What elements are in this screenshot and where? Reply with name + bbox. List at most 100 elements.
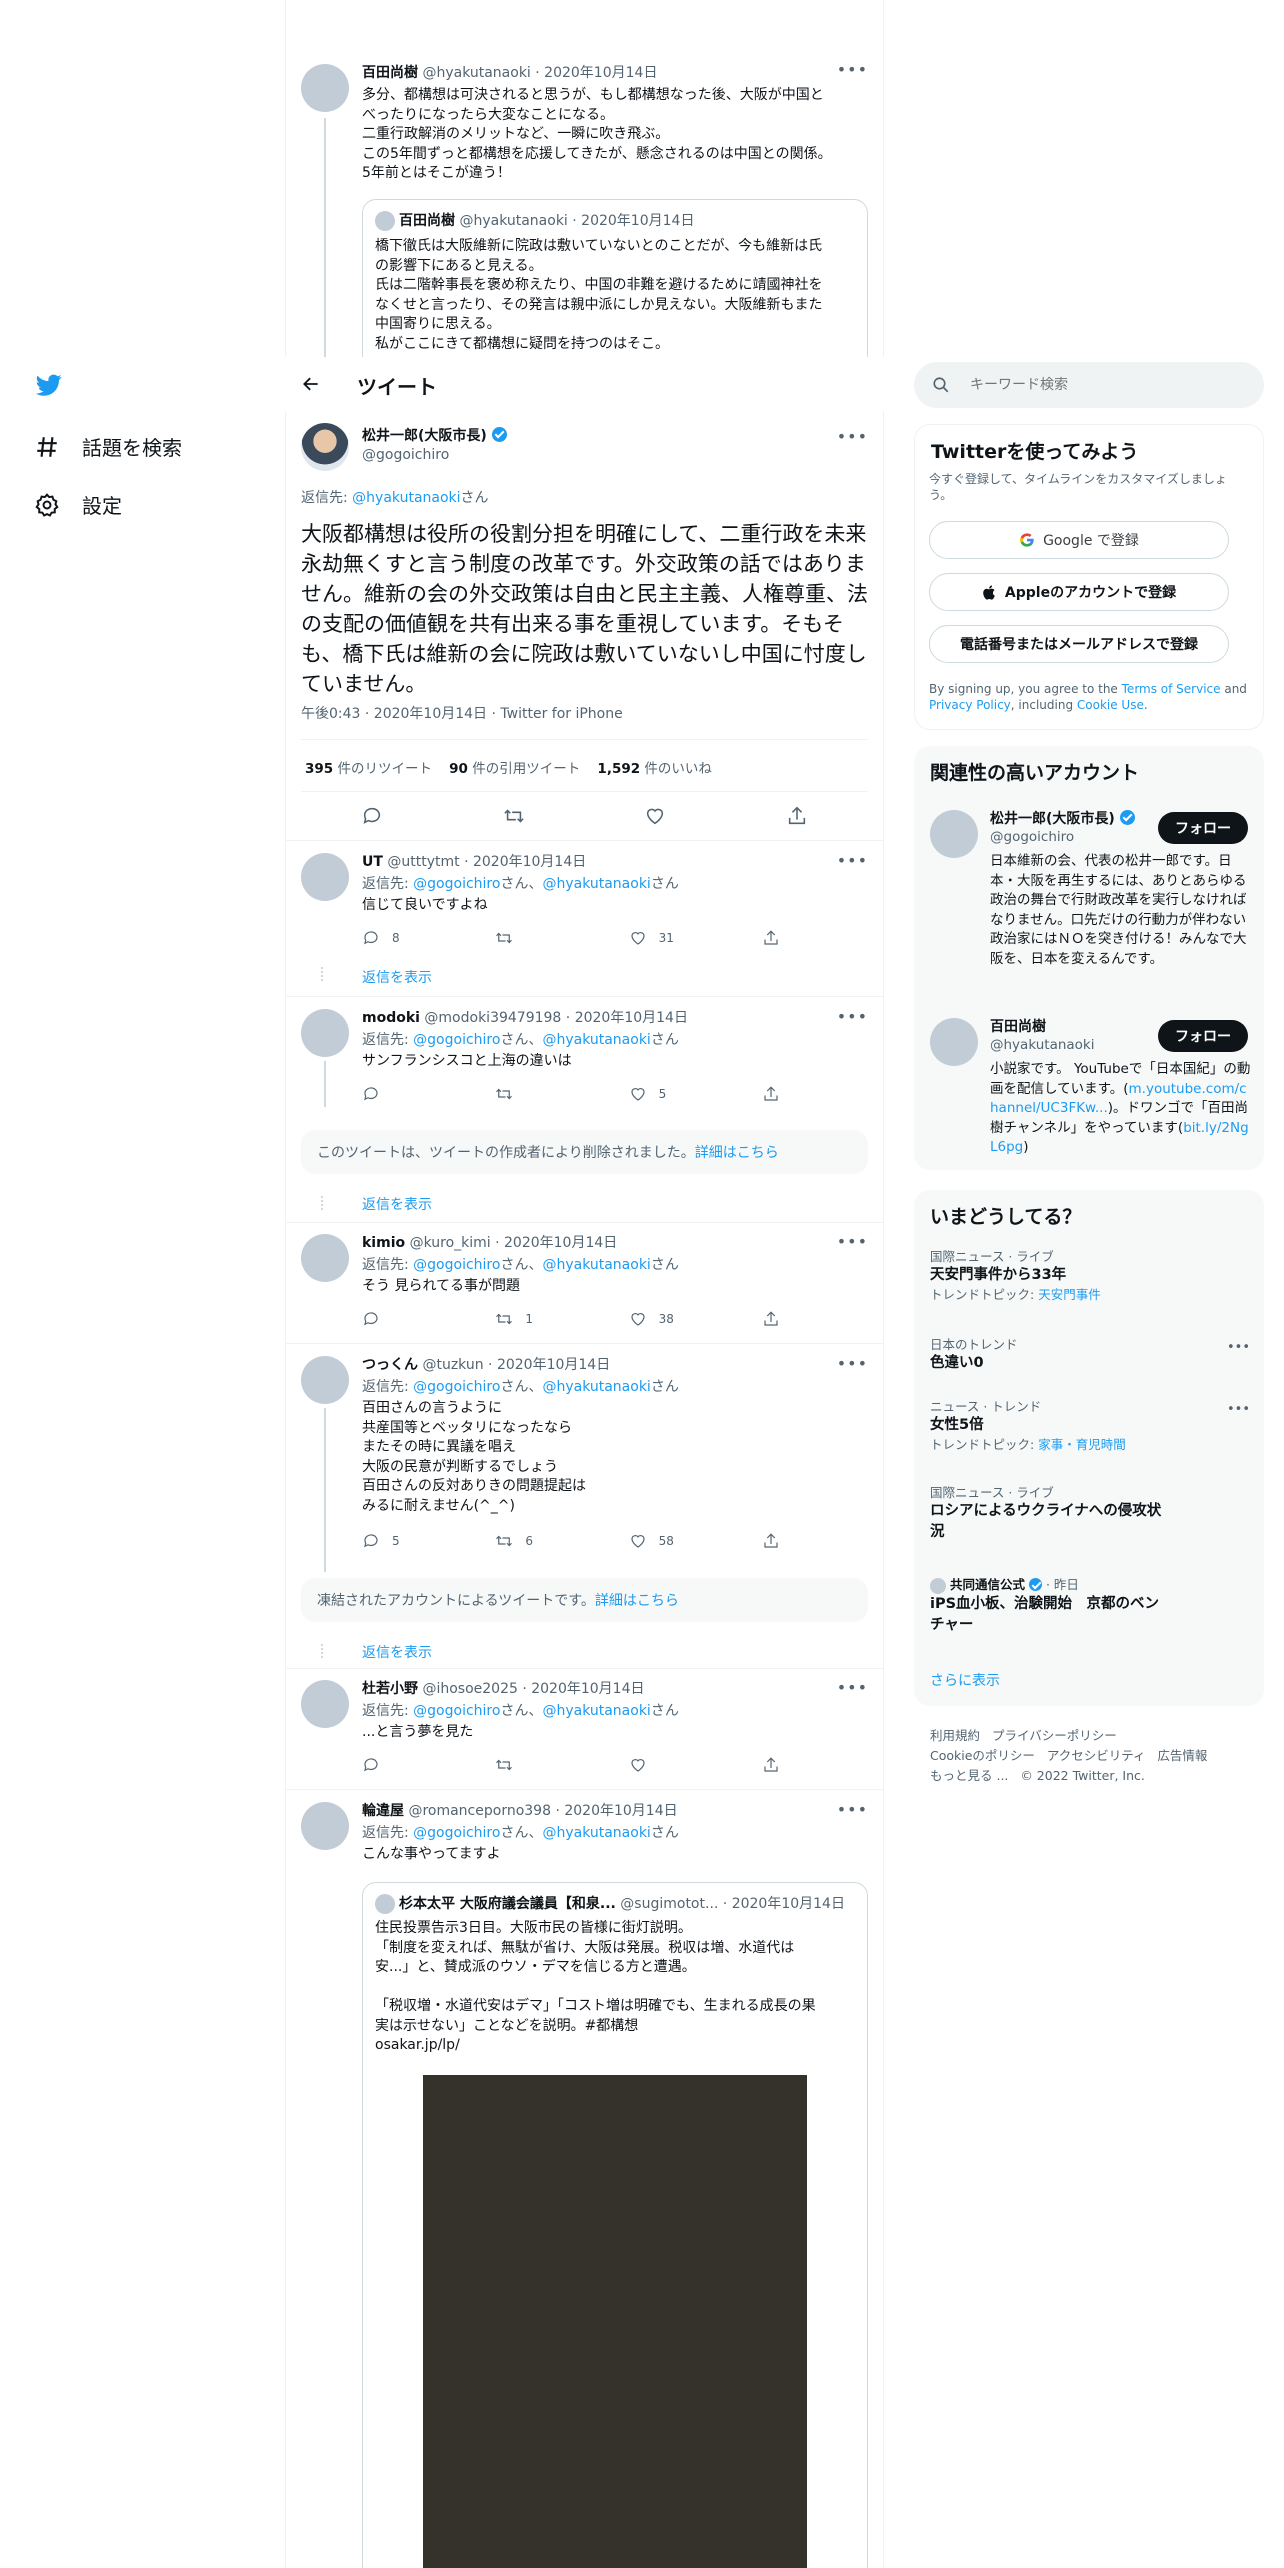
quoted-tweet[interactable]: 百田尚樹 @hyakutanaoki · 2020年10月14日 橋下徹氏は大阪… [362,199,868,379]
account-name[interactable]: 百田尚樹 [990,1016,1046,1036]
more-icon[interactable]: ••• [837,1800,868,1819]
google-signup-button[interactable]: Google で登録 [929,521,1229,559]
like-count[interactable]: 1,592 件のいいね [597,761,712,777]
author-handle[interactable]: @gogoichiro [362,447,449,463]
cookie-link[interactable]: Cookie Use [1077,698,1144,712]
avatar[interactable] [301,1802,349,1850]
tweet-date[interactable]: · 2020年10月14日 [488,1357,610,1373]
show-replies-link[interactable]: 返信を表示 [362,1194,432,1214]
reply-tweet[interactable]: modoki @modoki39479198 · 2020年10月14日 返信先… [285,997,884,1107]
tweet-date[interactable]: · 2020年10月14日 [566,1010,688,1026]
retweet-icon[interactable] [503,805,525,827]
avatar[interactable] [301,1234,349,1282]
quoted-tweet[interactable]: 杉本太平 大阪府議会議員【和泉... @sugimotot... · 2020年… [362,1882,868,2568]
like-action[interactable]: 38 [629,1310,719,1328]
reply-action[interactable] [362,1756,452,1774]
author-handle[interactable]: @romanceporno398 [408,1803,551,1819]
follow-button[interactable]: フォロー [1158,812,1248,844]
trend-item[interactable]: 国際ニュース · ライブ ロシアによるウクライナへの侵攻状況 [930,1484,1170,1543]
author-handle[interactable]: @ihosoe2025 [422,1681,517,1697]
share-action[interactable] [762,1310,782,1328]
reply-mention[interactable]: @gogoichiro [413,876,500,892]
reply-mention[interactable]: @hyakutanaoki [542,876,650,892]
like-icon[interactable] [644,805,666,827]
footer-link[interactable]: アクセシビリティ [1047,1748,1146,1763]
more-icon[interactable]: ••• [837,1678,868,1697]
trend-item[interactable]: 共同通信公式 · 昨日 iPS血小板、治験開始 京都のベンチャー [930,1576,1170,1636]
apple-signup-button[interactable]: Appleのアカウントで登録 [929,573,1229,611]
trend-item[interactable]: ニュース · トレンド 女性5倍 トレンドトピック: 家事・育児時間 ••• [930,1398,1250,1453]
show-replies-link[interactable]: 返信を表示 [362,1642,432,1662]
trend-topic-link[interactable]: 家事・育児時間 [1038,1437,1126,1452]
footer-link[interactable]: 広告情報 [1157,1748,1207,1763]
reply-mention[interactable]: @gogoichiro [413,1379,500,1395]
reply-icon[interactable] [361,805,383,827]
account-card[interactable]: 松井一郎(大阪市長) @gogoichiro フォロー 日本維新の会、代表の松井… [914,802,1264,992]
avatar[interactable] [930,1018,978,1066]
author-name[interactable]: 百田尚樹 [362,65,418,81]
reply-mention[interactable]: @hyakutanaoki [352,490,460,506]
like-action[interactable]: 5 [629,1085,719,1103]
avatar[interactable] [301,1356,349,1404]
reply-mention[interactable]: @gogoichiro [413,1703,500,1719]
tweet-date[interactable]: · 2020年10月14日 [555,1803,677,1819]
author-name[interactable]: UT [362,854,383,870]
reply-action[interactable]: 5 [362,1532,452,1550]
author-name[interactable]: 輪違屋 [362,1803,404,1819]
privacy-link[interactable]: Privacy Policy [929,698,1011,712]
quote-count[interactable]: 90 件の引用ツイート [449,761,580,777]
author-handle[interactable]: @utttytmt [387,854,459,870]
more-icon[interactable]: ••• [837,1354,868,1373]
author-name[interactable]: 杜若小野 [362,1681,418,1697]
show-replies-link[interactable]: 返信を表示 [362,967,432,987]
trend-item[interactable]: 国際ニュース · ライブ 天安門事件から33年 トレンドトピック: 天安門事件 [930,1248,1250,1303]
retweet-action[interactable]: 6 [495,1532,585,1550]
avatar[interactable] [930,810,978,858]
footer-link[interactable]: プライバシーポリシー [992,1728,1117,1743]
author-handle[interactable]: @tuzkun [422,1357,483,1373]
share-action[interactable] [762,1532,782,1550]
parent-tweet[interactable]: 百田尚樹 @hyakutanaoki · 2020年10月14日 多分、都構想は… [285,50,884,379]
author-name[interactable]: つっくん [362,1357,418,1373]
learn-more-link[interactable]: 詳細はこちら [595,1590,679,1610]
retweet-action[interactable] [495,1756,585,1774]
reply-mention[interactable]: @gogoichiro [413,1257,500,1273]
more-icon[interactable]: ••• [1227,1402,1250,1417]
share-action[interactable] [762,1085,782,1103]
reply-mention[interactable]: @hyakutanaoki [542,1703,650,1719]
follow-button[interactable]: フォロー [1158,1020,1248,1052]
author-handle[interactable]: @kuro_kimi [410,1235,491,1251]
twitter-logo-icon[interactable] [34,372,64,398]
tweet-date[interactable]: · 2020年10月14日 [495,1235,617,1251]
more-icon[interactable]: ••• [837,1007,868,1026]
reply-action[interactable] [362,1085,452,1103]
back-arrow-icon[interactable] [301,374,321,394]
footer-link[interactable]: 利用規約 [930,1728,980,1743]
retweet-action[interactable]: 1 [495,1310,585,1328]
nav-explore[interactable]: 話題を検索 [34,432,182,461]
retweet-action[interactable] [495,1085,585,1103]
account-handle[interactable]: @hyakutanaoki [990,1037,1095,1053]
avatar[interactable] [301,64,349,112]
reply-tweet[interactable]: UT @utttytmt · 2020年10月14日 返信先: @gogoich… [285,841,884,996]
trend-topic-link[interactable]: 天安門事件 [1038,1287,1101,1302]
more-icon[interactable]: ••• [837,60,868,79]
reply-mention[interactable]: @hyakutanaoki [542,1379,650,1395]
quote-media-image[interactable] [423,2075,807,2568]
like-action[interactable]: 31 [629,929,719,947]
retweet-count[interactable]: 395 件のリツイート [305,761,432,777]
tweet-date[interactable]: · 2020年10月14日 [535,65,657,81]
author-handle[interactable]: @hyakutanaoki [422,65,530,81]
more-icon[interactable]: ••• [837,427,868,446]
share-action[interactable] [762,929,782,947]
terms-link[interactable]: Terms of Service [1122,682,1221,696]
learn-more-link[interactable]: 詳細はこちら [695,1142,779,1162]
reply-mention[interactable]: @hyakutanaoki [542,1032,650,1048]
tweet-date[interactable]: · 2020年10月14日 [522,1681,644,1697]
more-icon[interactable]: ••• [1227,1340,1250,1355]
reply-action[interactable]: 8 [362,929,452,947]
like-action[interactable]: 58 [629,1532,719,1550]
reply-tweet[interactable]: 輪違屋 @romanceporno398 · 2020年10月14日 返信先: … [285,1790,884,2568]
reply-action[interactable] [362,1310,452,1328]
avatar[interactable] [301,423,349,471]
